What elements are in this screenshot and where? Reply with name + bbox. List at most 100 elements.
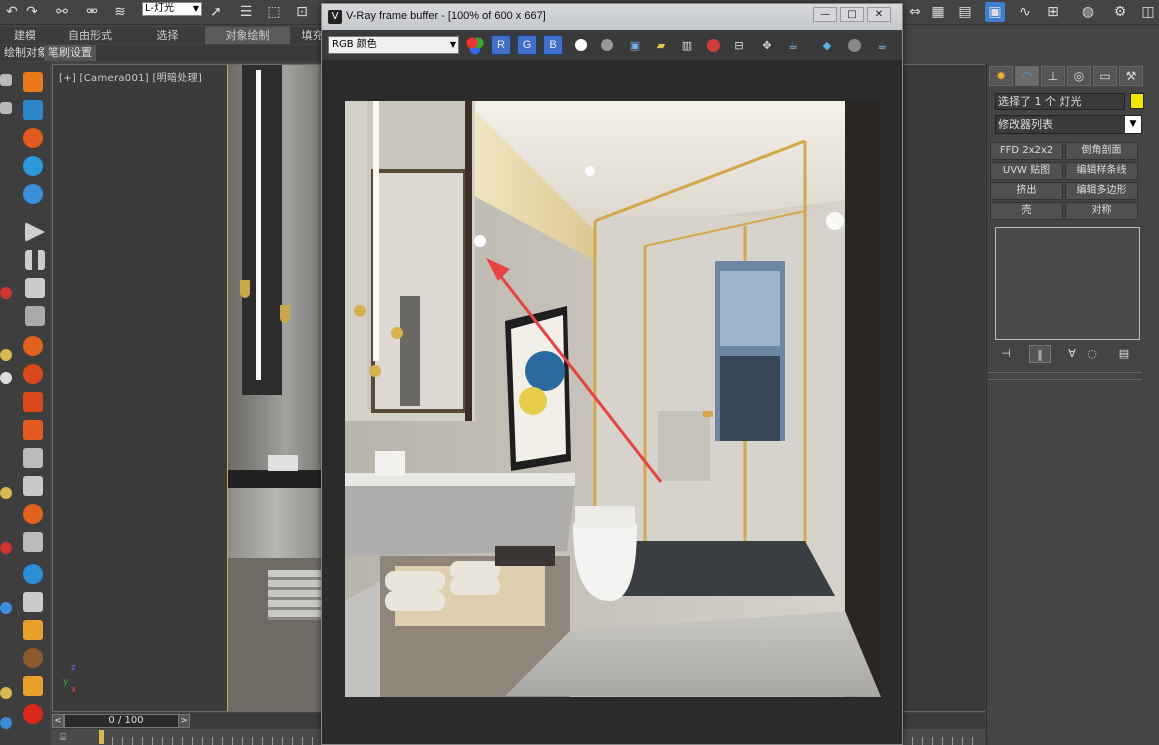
close-button[interactable]: ✕ <box>867 7 891 22</box>
flame-icon[interactable] <box>23 504 43 524</box>
water-icon[interactable] <box>23 156 43 176</box>
channel-select[interactable]: RGB 颜色 ▼ <box>328 36 459 54</box>
tool-icon[interactable] <box>0 717 12 729</box>
modifier-stack[interactable] <box>995 227 1140 340</box>
vfb-titlebar[interactable]: V V-Ray frame buffer - [100% of 600 x 66… <box>322 4 902 30</box>
schematic-view-icon[interactable]: ⊞ <box>1043 2 1063 22</box>
lut-icon[interactable]: ◆ <box>817 35 837 55</box>
motion-icon[interactable]: ◎ <box>1067 66 1091 86</box>
tab-modeling[interactable]: 建模 <box>0 27 50 44</box>
tab-selection[interactable]: 选择 <box>135 27 200 44</box>
remove-modifier-icon[interactable]: ◌ <box>1081 345 1103 363</box>
next-frame-button[interactable]: > <box>178 714 190 728</box>
keyframe-icon[interactable]: ⌸ <box>60 732 80 745</box>
mirror-icon[interactable]: ⇔ <box>905 2 925 22</box>
align-icon[interactable]: ▦ <box>928 2 948 22</box>
show-end-result-icon[interactable]: ‖ <box>1029 345 1051 363</box>
render-frame-icon[interactable]: ◫ <box>1138 2 1158 22</box>
hierarchy-icon[interactable]: ⊥ <box>1041 66 1065 86</box>
uvw-map-button[interactable]: UVW 贴图 <box>990 162 1063 180</box>
make-unique-icon[interactable]: ∀ <box>1061 345 1083 363</box>
bind-space-warp-icon[interactable]: ≋ <box>110 2 130 22</box>
edit-poly-button[interactable]: 编辑多边形 <box>1065 182 1138 200</box>
tool-icon[interactable] <box>0 349 12 361</box>
record-icon[interactable] <box>23 704 43 724</box>
window-crossing-icon[interactable]: ⊡ <box>292 2 312 22</box>
droplet-icon[interactable] <box>23 564 43 584</box>
bevel-profile-button[interactable]: 倒角剖面 <box>1065 142 1138 160</box>
smoke-icon[interactable] <box>23 448 43 468</box>
modifier-list-dropdown[interactable]: 修改器列表 ▼ <box>995 115 1142 134</box>
play-icon[interactable] <box>25 222 45 242</box>
tool-icon[interactable] <box>0 687 12 699</box>
tool-icon[interactable] <box>0 102 12 114</box>
shell-button[interactable]: 壳 <box>990 202 1063 220</box>
ffd-button[interactable]: FFD 2x2x2 <box>990 142 1063 160</box>
select-object-icon[interactable]: ➚ <box>206 2 226 22</box>
stop-render-icon[interactable] <box>844 35 864 55</box>
track-mouse-icon[interactable]: ✥ <box>757 35 777 55</box>
redo-icon[interactable]: ↷ <box>22 2 42 22</box>
trash-icon[interactable] <box>25 306 45 326</box>
tab-object-paint[interactable]: 对象绘制 <box>205 27 290 44</box>
object-color-swatch[interactable] <box>1130 93 1144 109</box>
cup-icon[interactable] <box>23 620 43 640</box>
scene-explorer-icon[interactable]: ▣ <box>985 2 1005 22</box>
layer-manager-icon[interactable]: ▤ <box>955 2 975 22</box>
extrude-button[interactable]: 挤出 <box>990 182 1063 200</box>
configure-sets-icon[interactable]: ▤ <box>1113 345 1135 363</box>
explosion-icon[interactable] <box>23 392 43 412</box>
red-channel-button[interactable]: R <box>491 35 511 55</box>
cloud-icon[interactable] <box>23 532 43 552</box>
brush-settings-item[interactable]: 笔刷设置 <box>44 45 96 61</box>
region-icon[interactable]: ⊟ <box>729 35 749 55</box>
vray-frame-buffer-window[interactable]: V V-Ray frame buffer - [100% of 600 x 66… <box>321 3 903 745</box>
undo-icon[interactable]: ↶ <box>2 2 22 22</box>
green-channel-button[interactable]: G <box>517 35 537 55</box>
tool-icon[interactable] <box>0 487 12 499</box>
prev-frame-button[interactable]: < <box>52 714 64 728</box>
save-icon[interactable]: ▣ <box>625 35 645 55</box>
selection-name-field[interactable]: 选择了 1 个 灯光 <box>995 93 1125 110</box>
blue-channel-button[interactable]: B <box>543 35 563 55</box>
frame-counter[interactable]: 0 / 100 <box>64 714 188 728</box>
fire-icon[interactable] <box>23 364 43 384</box>
maximize-button[interactable]: □ <box>840 7 864 22</box>
material-editor-icon[interactable]: ◍ <box>1078 2 1098 22</box>
time-marker[interactable] <box>99 730 104 744</box>
display-icon[interactable]: ▭ <box>1093 66 1117 86</box>
box-icon[interactable] <box>23 72 43 92</box>
coffee-icon[interactable] <box>23 648 43 668</box>
edit-spline-button[interactable]: 编辑样条线 <box>1065 162 1138 180</box>
select-region-icon[interactable]: ⬚ <box>264 2 284 22</box>
smoke-icon[interactable] <box>23 476 43 496</box>
tool-icon[interactable] <box>0 372 12 384</box>
unlink-icon[interactable]: ⚮ <box>82 2 102 22</box>
tool-icon[interactable] <box>0 602 12 614</box>
grid-icon[interactable] <box>23 100 43 120</box>
render-icon[interactable]: ☕ <box>872 35 892 55</box>
bulb-icon[interactable] <box>23 676 43 696</box>
curve-editor-icon[interactable]: ∿ <box>1015 2 1035 22</box>
fire-icon[interactable] <box>23 128 43 148</box>
explosion-icon[interactable] <box>23 420 43 440</box>
fire-icon[interactable] <box>23 336 43 356</box>
teapot-render-icon[interactable]: ☕ <box>783 35 803 55</box>
stop-icon[interactable] <box>25 278 45 298</box>
layer-dropdown[interactable]: L-灯光 ▼ <box>142 2 202 16</box>
mono-gray-icon[interactable] <box>597 35 617 55</box>
modify-icon[interactable]: ◠ <box>1015 66 1039 86</box>
pause-icon[interactable] <box>25 250 45 270</box>
particles-icon[interactable] <box>23 184 43 204</box>
rendered-image[interactable] <box>345 101 881 697</box>
utilities-icon[interactable]: ⚒ <box>1119 66 1143 86</box>
clear-icon[interactable] <box>703 35 723 55</box>
pin-stack-icon[interactable]: ⊣ <box>995 345 1017 363</box>
tab-freeform[interactable]: 自由形式 <box>55 27 125 44</box>
tool-icon[interactable] <box>0 287 12 299</box>
link-icon[interactable]: ⚯ <box>52 2 72 22</box>
mono-white-icon[interactable] <box>571 35 591 55</box>
select-by-name-icon[interactable]: ☰ <box>236 2 256 22</box>
color-mode-icon[interactable] <box>465 35 485 55</box>
minimize-button[interactable]: — <box>813 7 837 22</box>
